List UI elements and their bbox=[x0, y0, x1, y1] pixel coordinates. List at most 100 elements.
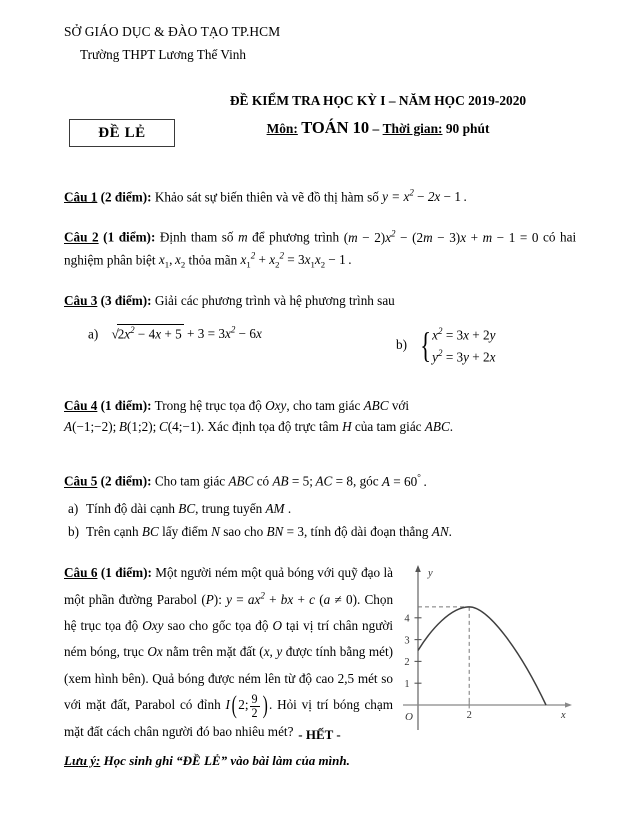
question-2-roots: x1, x2 bbox=[158, 251, 186, 270]
exam-subtitle: Môn: TOÁN 10 – Thời gian: 90 phút bbox=[168, 118, 588, 138]
question-4-text-b: , cho tam giác bbox=[286, 397, 361, 413]
question-3-part-a: a) √2x2 − 4x + 5 + 3 = 3x2 − 6x bbox=[64, 324, 388, 342]
parabola-figure: y x O 1 2 3 4 2 bbox=[401, 562, 576, 734]
question-4-text-e: của tam giác bbox=[354, 419, 422, 435]
y-tick-label-2: 2 bbox=[404, 657, 409, 668]
question-5-a-text-2: , trung tuyến bbox=[195, 500, 263, 516]
subject-name: TOÁN 10 bbox=[301, 118, 370, 137]
time-value: 90 phút bbox=[445, 121, 490, 136]
question-4: Câu 4 (1 điểm): Trong hệ trục tọa độ Oxy… bbox=[64, 395, 576, 439]
question-5-b-bc: BC bbox=[141, 524, 159, 540]
exam-title-block: ĐỀ KIỂM TRA HỌC KỲ I – NĂM HỌC 2019-2020… bbox=[168, 93, 588, 138]
exam-code-label: ĐỀ LẺ bbox=[98, 124, 146, 141]
question-3-b-eq-1: x2 = 3x + 2y bbox=[432, 326, 496, 343]
question-4-triangle-2: ABC bbox=[424, 419, 450, 435]
question-5-b-n: N bbox=[211, 524, 220, 540]
x-axis-label: x bbox=[560, 710, 566, 721]
question-3-part-b: b) { x2 = 3x + 2y y2 = 3y + 2x bbox=[388, 324, 495, 368]
question-3-b-eq-2: y2 = 3y + 2x bbox=[432, 347, 496, 365]
parabola-curve bbox=[417, 606, 547, 706]
exam-code-box: ĐỀ LẺ bbox=[69, 119, 175, 147]
question-6-line-5: nằm trên mặt đất ( bbox=[166, 644, 264, 660]
institution-header: SỞ GIÁO DỤC & ĐÀO TẠO TP.HCM Trường THPT… bbox=[64, 24, 464, 63]
question-5-parts: a) Tính độ dài cạnh BC, trung tuyến AM .… bbox=[64, 497, 576, 545]
time-label: Thời gian: bbox=[382, 121, 443, 136]
end-marker: - HẾT - bbox=[298, 727, 341, 742]
exam-body: Câu 1 (2 điểm): Khảo sát sự biến thiên v… bbox=[64, 186, 576, 745]
question-5-text-b: có bbox=[256, 473, 270, 489]
question-2-tag: Câu 2 (1 điểm): bbox=[64, 229, 156, 245]
footer-note-text: Học sinh ghi “ĐỀ LẺ” vào bài làm của mìn… bbox=[100, 753, 350, 768]
question-5-b-text-1: Trên cạnh bbox=[86, 524, 139, 540]
question-2-equation: (m − 2)x2 − (2m − 3)x + m − 1 = 0 bbox=[343, 228, 539, 245]
question-3-b-system: { x2 = 3x + 2y y2 = 3y + 2x bbox=[417, 324, 496, 368]
question-6-tag: Câu 6 (1 điểm): bbox=[64, 565, 152, 581]
x-axis-arrow bbox=[565, 702, 572, 708]
exam-page: SỞ GIÁO DỤC & ĐÀO TẠO TP.HCM Trường THPT… bbox=[0, 0, 639, 833]
footer-note: Lưu ý: Học sinh ghi “ĐỀ LẺ” vào bài làm … bbox=[64, 753, 350, 769]
question-2-condition: x12 + x22 = 3x1x2 − 1 . bbox=[240, 250, 352, 270]
question-3-b-label: b) bbox=[396, 336, 407, 352]
question-2-text-a: Định tham số bbox=[159, 229, 234, 245]
question-3-a-equation: √2x2 − 4x + 5 + 3 = 3x2 − 6x bbox=[111, 324, 262, 342]
y-axis-label: y bbox=[427, 568, 433, 579]
y-tick-label-1: 1 bbox=[404, 679, 409, 690]
question-3-tag: Câu 3 (3 điểm): bbox=[64, 293, 152, 309]
question-5-b-text-4: , tính độ dài đoạn thẳng bbox=[303, 524, 429, 540]
question-5: Câu 5 (2 điểm): Cho tam giác ABC có AB =… bbox=[64, 470, 576, 492]
question-5-b-bn: BN = 3 bbox=[266, 524, 304, 540]
question-5-angle: A = 60° . bbox=[381, 472, 427, 489]
question-6-origin: O bbox=[272, 617, 282, 633]
subject-label: Môn: bbox=[266, 121, 298, 136]
question-1-text: Khảo sát sự biến thiên và vẽ đồ thị hàm … bbox=[154, 189, 379, 205]
department-name: SỞ GIÁO DỤC & ĐÀO TẠO TP.HCM bbox=[64, 24, 281, 39]
title-dash: – bbox=[372, 121, 380, 136]
y-tick-label-4: 4 bbox=[404, 614, 410, 625]
question-5-a-am: AM bbox=[265, 500, 285, 516]
question-4-tag: Câu 4 (1 điểm): bbox=[64, 397, 152, 413]
question-5-triangle: ABC bbox=[228, 473, 254, 489]
question-6-vertex: I(2; 9 2) bbox=[225, 692, 268, 720]
question-6-xy: x, y bbox=[263, 644, 283, 660]
question-5-tag: Câu 5 (2 điểm): bbox=[64, 473, 152, 489]
y-axis-arrow bbox=[415, 565, 421, 573]
question-2: Câu 2 (1 điểm): Định tham số m để phương… bbox=[64, 226, 576, 272]
question-1-tag: Câu 1 (2 điểm): bbox=[64, 189, 152, 205]
question-5-b-text-3: sao cho bbox=[223, 524, 264, 540]
parabola-chart: y x O 1 2 3 4 2 bbox=[403, 565, 572, 731]
question-3-text: Giải các phương trình và hệ phương trình… bbox=[154, 293, 395, 309]
system-brace: { bbox=[420, 325, 431, 365]
question-5-part-b: b) Trên cạnh BC lấy điểm N sao cho BN = … bbox=[68, 520, 576, 544]
question-4-points: A(−1;−2); B(1;2); C(4;−1) bbox=[64, 419, 201, 435]
question-4-axes: Oxy bbox=[265, 397, 287, 413]
x-tick-label-2: 2 bbox=[467, 710, 472, 721]
question-5-b-end: . bbox=[448, 524, 452, 540]
question-5-b-text-2: lấy điểm bbox=[162, 524, 208, 540]
question-5-a-label: a) bbox=[68, 500, 79, 516]
question-4-orthocenter: H bbox=[342, 419, 352, 435]
question-6-parabol-label: (P): bbox=[201, 591, 222, 607]
question-6-line-3: sao cho gốc tọa độ bbox=[167, 617, 269, 633]
question-2-text-d: thỏa mãn bbox=[188, 251, 238, 267]
question-3: Câu 3 (3 điểm): Giải các phương trình và… bbox=[64, 290, 576, 312]
y-tick-label-3: 3 bbox=[404, 636, 409, 647]
question-5-a-end: . bbox=[287, 500, 292, 516]
footer-note-label: Lưu ý: bbox=[64, 753, 101, 768]
question-5-a-bc: BC bbox=[178, 500, 196, 516]
question-6: y x O 1 2 3 4 2 Câu 6 (1 điểm): Một ngườ… bbox=[64, 560, 576, 745]
question-2-param: m bbox=[238, 229, 248, 245]
question-4-period: . bbox=[449, 419, 454, 435]
question-4-text-a: Trong hệ trục tọa độ bbox=[154, 397, 262, 413]
question-3-a-label: a) bbox=[88, 326, 99, 342]
question-2-text-b: để phương trình bbox=[252, 229, 340, 245]
question-5-b-label: b) bbox=[68, 524, 79, 540]
question-6-equation: y = ax2 + bx + c (a ≠ 0) bbox=[226, 590, 357, 607]
question-5-sides: AB = 5; AC = 8 bbox=[272, 473, 353, 489]
question-3-parts: a) √2x2 − 4x + 5 + 3 = 3x2 − 6x b) { x2 … bbox=[64, 324, 576, 368]
question-5-b-an: AN bbox=[431, 524, 449, 540]
question-4-triangle: ABC bbox=[363, 397, 389, 413]
question-1: Câu 1 (2 điểm): Khảo sát sự biến thiên v… bbox=[64, 186, 576, 208]
question-1-formula: y = x2 − 2x − 1 . bbox=[382, 188, 467, 205]
question-5-a-text-1: Tính độ dài cạnh bbox=[86, 500, 175, 516]
question-5-part-a: a) Tính độ dài cạnh BC, trung tuyến AM . bbox=[68, 497, 576, 521]
